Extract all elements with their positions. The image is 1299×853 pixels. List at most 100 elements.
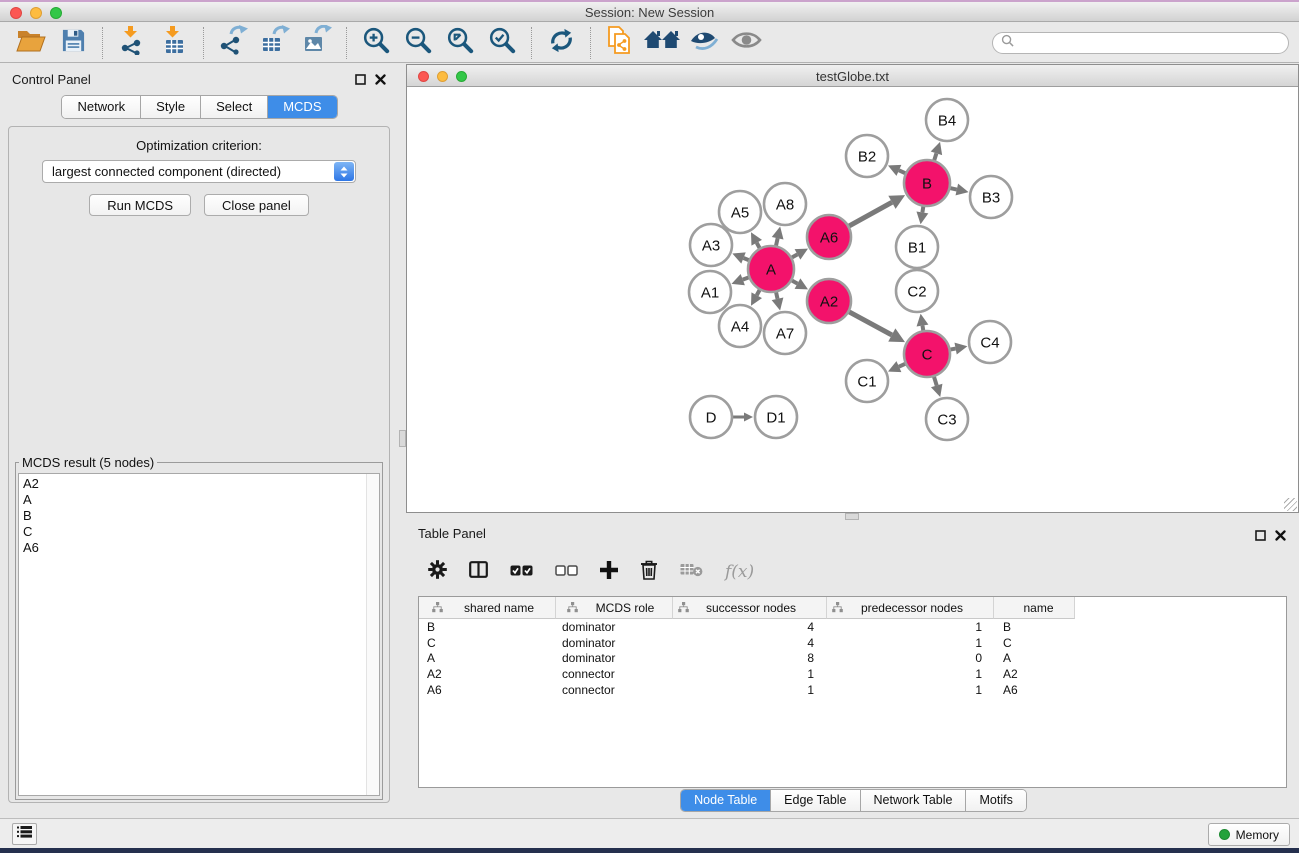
- table-cell[interactable]: dominator: [556, 620, 673, 634]
- table-cell[interactable]: 0: [827, 651, 994, 665]
- node-label-A4: A4: [731, 318, 749, 335]
- edge-arrowhead: [931, 142, 942, 155]
- column-header-name[interactable]: name: [994, 597, 1075, 619]
- tab-node-table[interactable]: Node Table: [681, 790, 771, 811]
- table-cell[interactable]: 1: [673, 683, 827, 697]
- criterion-dropdown[interactable]: largest connected component (directed): [42, 160, 356, 183]
- search-field[interactable]: [992, 32, 1289, 54]
- task-history-button[interactable]: [12, 823, 37, 845]
- table-cell[interactable]: B: [419, 620, 556, 634]
- table-cell[interactable]: 1: [827, 667, 994, 681]
- memory-label: Memory: [1236, 828, 1279, 842]
- node-label-C3: C3: [937, 411, 956, 428]
- float-panel-icon[interactable]: [1255, 528, 1266, 546]
- graph-edge-A6-B[interactable]: [848, 202, 892, 226]
- zoom-out-button[interactable]: [397, 25, 439, 61]
- table-row[interactable]: A2connector11A2: [419, 666, 1286, 682]
- table-cell[interactable]: C: [994, 636, 1075, 650]
- table-row[interactable]: Bdominator41B: [419, 619, 1286, 635]
- table-cell[interactable]: A2: [419, 667, 556, 681]
- column-header-successor-nodes[interactable]: successor nodes: [673, 597, 827, 619]
- table-cell[interactable]: connector: [556, 667, 673, 681]
- unchecked-boxes-icon: [555, 563, 578, 581]
- tab-network[interactable]: Network: [62, 96, 141, 118]
- table-cell[interactable]: 8: [673, 651, 827, 665]
- export-table-button[interactable]: [254, 25, 296, 61]
- table-cell[interactable]: connector: [556, 683, 673, 697]
- table-cell[interactable]: dominator: [556, 651, 673, 665]
- export-network-button[interactable]: [212, 25, 254, 61]
- graph-edge-C-C3[interactable]: [934, 376, 937, 386]
- list-item[interactable]: A: [19, 492, 379, 508]
- tab-edge-table[interactable]: Edge Table: [771, 790, 860, 811]
- table-cell[interactable]: 1: [827, 636, 994, 650]
- table-cell[interactable]: 1: [827, 683, 994, 697]
- table-cell[interactable]: C: [419, 636, 556, 650]
- resize-grip[interactable]: [1284, 498, 1297, 511]
- table-cell[interactable]: B: [994, 620, 1075, 634]
- show-details-button[interactable]: [725, 25, 767, 61]
- table-row[interactable]: Cdominator41C: [419, 635, 1286, 651]
- table-row[interactable]: Adominator80A: [419, 651, 1286, 667]
- save-session-button[interactable]: [52, 25, 94, 61]
- column-header-predecessor-nodes[interactable]: predecessor nodes: [827, 597, 994, 619]
- node-table[interactable]: shared nameMCDS rolesuccessor nodesprede…: [418, 596, 1287, 788]
- close-panel-icon[interactable]: [1275, 528, 1286, 546]
- column-header-MCDS-role[interactable]: MCDS role: [556, 597, 673, 619]
- close-panel-button[interactable]: Close panel: [204, 194, 309, 216]
- export-image-button[interactable]: [296, 25, 338, 61]
- table-cell[interactable]: A: [419, 651, 556, 665]
- zoom-fit-button[interactable]: [439, 25, 481, 61]
- node-label-A6: A6: [820, 229, 838, 246]
- table-row[interactable]: A6connector11A6: [419, 682, 1286, 698]
- list-item[interactable]: A2: [19, 476, 379, 492]
- list-item[interactable]: B: [19, 508, 379, 524]
- tab-motifs[interactable]: Motifs: [966, 790, 1025, 811]
- tab-select[interactable]: Select: [201, 96, 268, 118]
- float-panel-icon[interactable]: [355, 72, 366, 90]
- tab-network-table[interactable]: Network Table: [861, 790, 967, 811]
- table-cell[interactable]: 1: [827, 620, 994, 634]
- delete-column-button[interactable]: [640, 559, 658, 585]
- network-canvas[interactable]: AA6A2BCA5A8A3A1A4A7B2B4B3B1C2C4C1C3DD1: [407, 87, 1298, 512]
- open-session-button[interactable]: [10, 25, 52, 61]
- table-cell[interactable]: 1: [673, 667, 827, 681]
- list-item[interactable]: A6: [19, 540, 379, 556]
- memory-button[interactable]: Memory: [1208, 823, 1290, 846]
- table-cell[interactable]: A2: [994, 667, 1075, 681]
- toolbar-separator: [203, 27, 204, 59]
- vertical-splitter-handle[interactable]: [399, 430, 406, 447]
- table-cell[interactable]: 4: [673, 636, 827, 650]
- network-window-titlebar[interactable]: testGlobe.txt: [407, 65, 1298, 87]
- list-item[interactable]: C: [19, 524, 379, 540]
- table-cell[interactable]: dominator: [556, 636, 673, 650]
- create-column-button[interactable]: [600, 561, 618, 584]
- horizontal-splitter-handle[interactable]: [845, 513, 859, 520]
- zoom-in-button[interactable]: [355, 25, 397, 61]
- tab-style[interactable]: Style: [141, 96, 201, 118]
- import-table-button[interactable]: [153, 25, 195, 61]
- table-cell[interactable]: A6: [419, 683, 556, 697]
- graph-edge-A2-C[interactable]: [848, 311, 891, 335]
- tab-mcds[interactable]: MCDS: [268, 96, 336, 118]
- run-mcds-button[interactable]: Run MCDS: [89, 194, 191, 216]
- table-cell[interactable]: 4: [673, 620, 827, 634]
- table-options-button[interactable]: [428, 560, 447, 584]
- close-panel-icon[interactable]: [375, 72, 386, 90]
- select-all-button[interactable]: [510, 563, 533, 581]
- deselect-all-button[interactable]: [555, 563, 578, 581]
- list-scrollbar[interactable]: [366, 474, 379, 795]
- search-input[interactable]: [1019, 36, 1280, 50]
- zoom-selected-button[interactable]: [481, 25, 523, 61]
- table-cell[interactable]: A6: [994, 683, 1075, 697]
- table-cell[interactable]: A: [994, 651, 1075, 665]
- show-column-button[interactable]: [469, 561, 488, 583]
- hide-details-button[interactable]: [683, 25, 725, 61]
- network-view-window: testGlobe.txt AA6A2BCA5A8A3A1A4A7B2B4B3B…: [406, 64, 1299, 513]
- first-neighbors-button[interactable]: [641, 25, 683, 61]
- mcds-result-list[interactable]: A2ABCA6: [18, 473, 380, 796]
- import-network-button[interactable]: [111, 25, 153, 61]
- column-header-shared-name[interactable]: shared name: [419, 597, 556, 619]
- duplicate-network-button[interactable]: [599, 25, 641, 61]
- apply-layout-button[interactable]: [540, 25, 582, 61]
